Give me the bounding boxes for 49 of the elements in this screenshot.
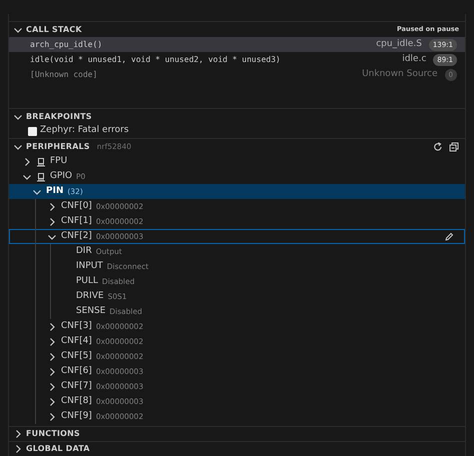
section-title[interactable]: CALL STACK [26,24,82,36]
breakpoint-label: Zephyr: Fatal errors [40,124,129,138]
section-title[interactable]: FUNCTIONS [26,428,80,440]
item-label: CNF[2] [61,230,92,243]
item-label: PULL [76,274,98,288]
item-label: INPUT [76,260,103,273]
item-label: SENSE [76,304,106,318]
section-title[interactable]: GLOBAL DATA [26,443,90,455]
file-name: cpu_idle.S [376,38,422,51]
pencil-icon[interactable] [444,232,454,242]
chevron-right-icon[interactable] [47,216,57,226]
refresh-icon[interactable] [433,142,443,152]
item-label: CNF[9] [61,410,92,423]
item-label: CNF[3] [61,320,92,333]
chevron-right-icon[interactable] [13,444,23,454]
chevron-right-icon[interactable] [47,366,57,376]
chevron-right-icon[interactable] [13,429,23,439]
chevron-right-icon[interactable] [47,322,57,332]
item-label: CNF[8] [61,394,92,408]
collapse-all-icon[interactable] [449,142,459,152]
item-label: CNF[4] [61,334,92,348]
checkbox[interactable] [28,126,37,136]
section-title[interactable]: BREAKPOINTS [26,110,92,122]
chip-icon [36,172,46,182]
chevron-right-icon[interactable] [47,382,57,392]
function-name: arch_cpu_idle() [30,38,102,50]
item-label: CNF[1] [61,214,92,228]
chevron-right-icon[interactable] [47,202,57,212]
item-label: CNF[0] [61,200,92,213]
function-name: idle(void * unused1, void * unused2, void * unused3) [30,54,280,66]
chip-icon [36,156,46,166]
file-name: idle.c [402,52,426,66]
chevron-right-icon[interactable] [47,352,57,362]
item-label: FPU [50,154,68,168]
item-label: CNF[6] [61,364,92,378]
section-title[interactable]: PERIPHERALS [26,140,90,152]
item-label: DIR [76,244,92,258]
chevron-right-icon[interactable] [47,336,57,346]
item-label: PIN [46,184,64,198]
chevron-right-icon[interactable] [47,396,57,406]
file-name: Unknown Source [362,68,438,81]
item-label: CNF[7] [61,380,92,393]
item-label: CNF[5] [61,350,92,363]
tree-item[interactable]: FPU [9,154,465,169]
chevron-right-icon[interactable] [22,156,32,166]
function-name: [Unknown code] [30,68,98,80]
item-label: GPIO [50,170,72,183]
chevron-right-icon[interactable] [47,412,57,422]
item-label: DRIVE [76,290,104,303]
